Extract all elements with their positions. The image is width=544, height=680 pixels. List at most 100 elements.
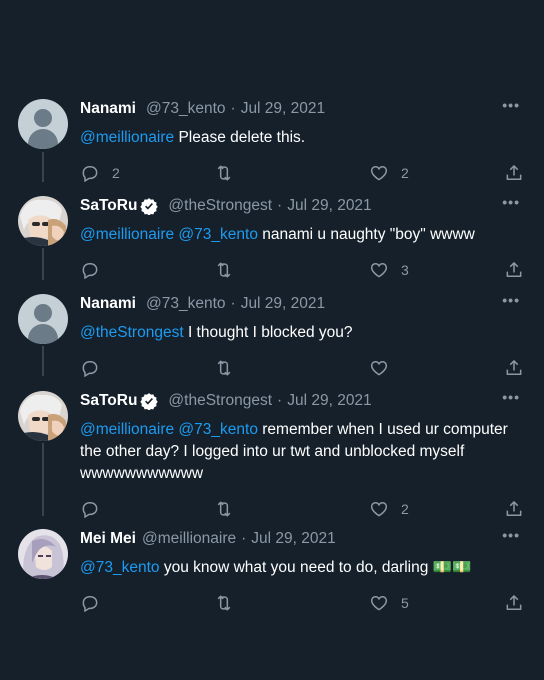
share-button[interactable]	[504, 593, 524, 613]
retweet-button[interactable]	[214, 593, 246, 613]
tweet-text: @meillionaire Please delete this.	[80, 127, 520, 149]
tweet-thread: Nanami @73_kento · Jul 29, 2021 ••• @mei…	[0, 0, 544, 680]
more-options-icon[interactable]: •••	[502, 292, 520, 308]
separator-dot: ·	[241, 530, 247, 547]
share-button[interactable]	[504, 163, 524, 183]
avatar-illustration	[18, 391, 68, 441]
like-count: 2	[401, 165, 409, 181]
retweet-button[interactable]	[214, 499, 246, 519]
tweet-date[interactable]: Jul 29, 2021	[241, 100, 325, 118]
tweet-actions: 5	[80, 593, 522, 615]
tweet-text: @meillionaire @73_kento nanami u naughty…	[80, 224, 520, 246]
mention-link[interactable]: @meillionaire @73_kento	[80, 226, 258, 243]
tweet-date[interactable]: Jul 29, 2021	[251, 530, 335, 548]
tweet-date[interactable]: Jul 29, 2021	[287, 392, 371, 410]
verified-badge-icon	[140, 393, 159, 410]
like-count: 5	[401, 595, 409, 611]
user-handle[interactable]: @theStrongest	[168, 392, 272, 410]
like-button[interactable]: 5	[369, 593, 409, 613]
more-options-icon[interactable]: •••	[502, 389, 520, 405]
retweet-icon	[217, 165, 231, 181]
tweet-body: Please delete this.	[174, 129, 306, 146]
share-button[interactable]	[504, 260, 524, 280]
heart-icon	[370, 165, 388, 181]
heart-icon	[370, 501, 388, 517]
separator-dot: ·	[230, 295, 236, 312]
like-button[interactable]: 2	[369, 163, 409, 183]
like-button[interactable]: 3	[369, 260, 409, 280]
reply-icon	[82, 166, 98, 183]
avatar-illustration	[18, 529, 68, 579]
display-name[interactable]: SaToRu	[80, 392, 137, 410]
avatar-illustration	[18, 196, 68, 246]
more-options-icon[interactable]: •••	[502, 97, 520, 113]
retweet-icon	[217, 360, 231, 376]
more-options-icon[interactable]: •••	[502, 194, 520, 210]
mention-link[interactable]: @meillionaire	[80, 129, 174, 146]
mention-link[interactable]: @73_kento	[80, 559, 160, 576]
heart-icon	[370, 262, 388, 278]
default-avatar[interactable]	[18, 294, 68, 344]
tweet-text: @theStrongest I thought I blocked you?	[80, 322, 520, 344]
retweet-icon	[217, 595, 231, 611]
share-icon	[506, 165, 522, 180]
reply-button[interactable]	[80, 358, 112, 378]
tweet-header: Mei Mei @meillionaire · Jul 29, 2021	[80, 529, 520, 549]
reply-icon	[82, 263, 98, 280]
user-handle[interactable]: @73_kento	[146, 100, 226, 118]
reply-icon	[82, 502, 98, 519]
share-icon	[506, 595, 522, 610]
thread-line	[42, 152, 44, 182]
user-handle[interactable]: @73_kento	[146, 295, 226, 313]
tweet-body: I thought I blocked you?	[183, 324, 353, 341]
retweet-button[interactable]	[214, 358, 246, 378]
share-button[interactable]	[504, 358, 524, 378]
display-name[interactable]: Nanami	[80, 295, 136, 313]
default-avatar[interactable]	[18, 99, 68, 149]
tweet-actions: 3	[80, 260, 522, 282]
display-name[interactable]: Nanami	[80, 100, 136, 118]
tweet-header: SaToRu @theStrongest · Jul 29, 2021	[80, 391, 520, 411]
anime-avatar-meimei[interactable]	[18, 529, 68, 579]
reply-button[interactable]	[80, 260, 112, 280]
tweet-body: you know what you need to do, darling 💵💵	[159, 559, 472, 576]
more-options-icon[interactable]: •••	[502, 527, 520, 543]
like-button[interactable]: 2	[369, 499, 409, 519]
reply-button[interactable]: 2	[80, 163, 120, 183]
tweet-actions: 2 2	[80, 163, 522, 185]
separator-dot: ·	[277, 392, 283, 409]
share-icon	[506, 262, 522, 277]
retweet-button[interactable]	[214, 163, 246, 183]
reply-icon	[82, 361, 98, 378]
heart-icon	[370, 360, 388, 376]
separator-dot: ·	[230, 100, 236, 117]
verified-badge-icon	[140, 198, 159, 215]
display-name[interactable]: SaToRu	[80, 197, 137, 215]
reply-button[interactable]	[80, 499, 112, 519]
heart-icon	[370, 595, 388, 611]
tweet-header: Nanami @73_kento · Jul 29, 2021	[80, 294, 520, 314]
tweet-text: @meillionaire @73_kento remember when I …	[80, 419, 520, 485]
tweet-body: nanami u naughty "boy" wwww	[257, 226, 475, 243]
mention-link[interactable]: @meillionaire @73_kento	[80, 421, 258, 438]
retweet-icon	[217, 262, 231, 278]
like-button[interactable]	[369, 358, 401, 378]
tweet-date[interactable]: Jul 29, 2021	[241, 295, 325, 313]
anime-avatar-satoru[interactable]	[18, 391, 68, 441]
display-name[interactable]: Mei Mei	[80, 530, 136, 548]
tweet-actions	[80, 358, 522, 380]
separator-dot: ·	[277, 197, 283, 214]
anime-avatar-satoru[interactable]	[18, 196, 68, 246]
tweet-header: SaToRu @theStrongest · Jul 29, 2021	[80, 196, 520, 216]
tweet-date[interactable]: Jul 29, 2021	[287, 197, 371, 215]
reply-button[interactable]	[80, 593, 112, 613]
retweet-button[interactable]	[214, 260, 246, 280]
tweet-actions: 2	[80, 499, 522, 521]
user-handle[interactable]: @meillionaire	[142, 530, 236, 548]
mention-link[interactable]: @theStrongest	[80, 324, 184, 341]
thread-line	[42, 346, 44, 376]
share-button[interactable]	[504, 499, 524, 519]
user-handle[interactable]: @theStrongest	[168, 197, 272, 215]
share-icon	[506, 501, 522, 516]
share-icon	[506, 360, 522, 375]
